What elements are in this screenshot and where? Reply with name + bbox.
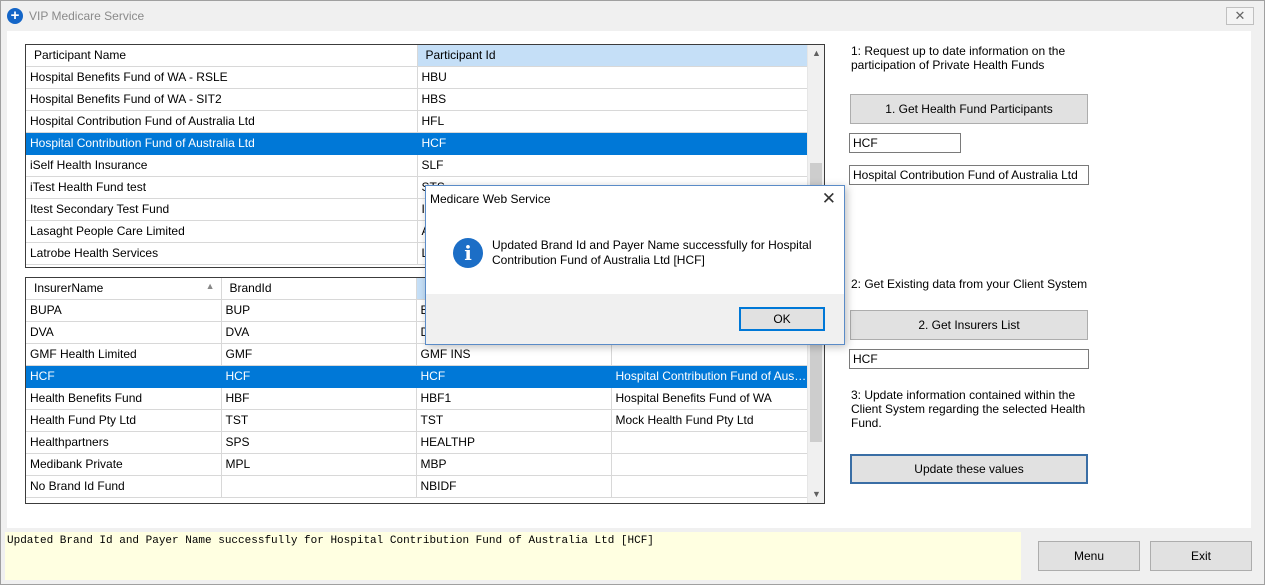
table-cell: Health Benefits Fund xyxy=(26,387,222,410)
table-cell: MPL xyxy=(221,453,417,476)
main-window: + VIP Medicare Service ✕ Participant Nam… xyxy=(0,0,1265,585)
table-cell: No Brand Id Fund xyxy=(26,475,222,498)
scroll-down-icon[interactable]: ▼ xyxy=(808,486,824,503)
table-row[interactable]: iSelf Health Insurance SLF xyxy=(26,154,808,177)
window-close-button[interactable]: ✕ xyxy=(1226,7,1254,25)
get-insurers-list-button[interactable]: 2. Get Insurers List xyxy=(850,310,1088,340)
table-row[interactable]: Hospital Contribution Fund of Australia … xyxy=(26,110,808,133)
table-cell: GMF INS xyxy=(416,343,612,366)
table-cell: Healthpartners xyxy=(26,431,222,454)
table-cell: HCF xyxy=(417,132,808,155)
table-cell: HBF1 xyxy=(416,387,612,410)
message-dialog: Medicare Web Service ✕ i Updated Brand I… xyxy=(425,185,845,345)
table-cell: HFL xyxy=(417,110,808,133)
column-header-participant-id[interactable]: Participant Id xyxy=(417,45,808,67)
table-row[interactable]: Medibank Private MPL MBP xyxy=(26,453,808,476)
table-cell: HCF xyxy=(221,365,417,388)
table-row[interactable]: HCF HCF HCF Hospital Contribution Fund of A… xyxy=(26,365,808,388)
table-cell: Hospital Benefits Fund of WA - SIT2 xyxy=(26,88,418,111)
table-cell: Mock Health Fund Pty Ltd xyxy=(611,409,808,432)
table-cell: Hospital Contribution Fund of Australia … xyxy=(26,132,418,155)
table-cell: HBU xyxy=(417,66,808,89)
information-icon: i xyxy=(453,238,483,268)
table-cell: SLF xyxy=(417,154,808,177)
table-cell xyxy=(611,453,808,476)
table-row[interactable]: Health Fund Pty Ltd TST TST Mock Health Fun… xyxy=(26,409,808,432)
app-plus-icon: + xyxy=(7,8,23,24)
table-cell: HBS xyxy=(417,88,808,111)
table-cell xyxy=(611,343,808,366)
dialog-title: Medicare Web Service xyxy=(430,192,551,206)
table-row[interactable]: Health Benefits Fund HBF HBF1 Hospital Bene… xyxy=(26,387,808,410)
table-cell xyxy=(611,475,808,498)
dialog-close-icon[interactable]: ✕ xyxy=(822,189,836,209)
table-cell: Hospital Benefits Fund of WA xyxy=(611,387,808,410)
participant-name-field[interactable]: Hospital Contribution Fund of Australia … xyxy=(849,165,1089,185)
table-cell: Medibank Private xyxy=(26,453,222,476)
table-cell: NBIDF xyxy=(416,475,612,498)
table-cell: BUP xyxy=(221,299,417,322)
step2-label: 2: Get Existing data from your Client Sy… xyxy=(851,277,1088,291)
exit-button[interactable]: Exit xyxy=(1150,541,1252,571)
table-cell xyxy=(221,475,417,498)
scroll-up-icon[interactable]: ▲ xyxy=(808,45,824,62)
ok-button[interactable]: OK xyxy=(739,307,825,331)
participant-id-field[interactable]: HCF xyxy=(849,133,961,153)
table-cell: HBF xyxy=(221,387,417,410)
title-bar: + VIP Medicare Service ✕ xyxy=(1,1,1264,31)
table-cell xyxy=(611,431,808,454)
table-cell: DVA xyxy=(26,321,222,344)
table-row[interactable]: Hospital Contribution Fund of Australia … xyxy=(26,132,808,155)
menu-button[interactable]: Menu xyxy=(1038,541,1140,571)
table-cell: HEALTHP xyxy=(416,431,612,454)
table-cell: Lasaght People Care Limited xyxy=(26,220,418,243)
table-cell: TST xyxy=(416,409,612,432)
table-row[interactable]: No Brand Id Fund NBIDF xyxy=(26,475,808,498)
dialog-footer: OK xyxy=(426,294,844,344)
table-cell: Hospital Benefits Fund of WA - RSLE xyxy=(26,66,418,89)
window-title: VIP Medicare Service xyxy=(29,9,145,23)
table-cell: GMF Health Limited xyxy=(26,343,222,366)
table-cell: TST xyxy=(221,409,417,432)
table-cell: DVA xyxy=(221,321,417,344)
step1-label: 1: Request up to date information on the… xyxy=(851,44,1066,72)
table-row[interactable]: Healthpartners SPS HEALTHP xyxy=(26,431,808,454)
insurer-field[interactable]: HCF xyxy=(849,349,1089,369)
status-message: Updated Brand Id and Payer Name successf… xyxy=(5,532,1021,580)
column-header-insurer-name[interactable]: InsurerName ▲ xyxy=(26,278,222,300)
table-row[interactable]: Hospital Benefits Fund of WA - RSLE HBU xyxy=(26,66,808,89)
table-row[interactable]: Hospital Benefits Fund of WA - SIT2 HBS xyxy=(26,88,808,111)
update-these-values-button[interactable]: Update these values xyxy=(850,454,1088,484)
table-cell: Latrobe Health Services xyxy=(26,242,418,265)
table-cell: Health Fund Pty Ltd xyxy=(26,409,222,432)
table-cell: GMF xyxy=(221,343,417,366)
table-cell: Hospital Contribution Fund of Australia … xyxy=(26,110,418,133)
table-cell: MBP xyxy=(416,453,612,476)
column-header-participant-name[interactable]: Participant Name xyxy=(26,45,418,67)
column-header-brand-id[interactable]: BrandId xyxy=(221,278,417,300)
table-cell: iTest Health Fund test xyxy=(26,176,418,199)
table-cell: BUPA xyxy=(26,299,222,322)
get-health-fund-participants-button[interactable]: 1. Get Health Fund Participants xyxy=(850,94,1088,124)
sort-ascending-icon: ▲ xyxy=(205,281,215,292)
table-cell: Hospital Contribution Fund of Australi..… xyxy=(611,365,808,388)
table-cell: HCF xyxy=(26,365,222,388)
dialog-message: Updated Brand Id and Payer Name successf… xyxy=(492,238,812,267)
table-cell: iSelf Health Insurance xyxy=(26,154,418,177)
insurer-name-header-label: InsurerName xyxy=(34,281,104,296)
table-row[interactable]: GMF Health Limited GMF GMF INS xyxy=(26,343,808,366)
table-cell: HCF xyxy=(416,365,612,388)
step3-label: 3: Update information contained within t… xyxy=(851,388,1086,430)
table-cell: Itest Secondary Test Fund xyxy=(26,198,418,221)
table-cell: SPS xyxy=(221,431,417,454)
